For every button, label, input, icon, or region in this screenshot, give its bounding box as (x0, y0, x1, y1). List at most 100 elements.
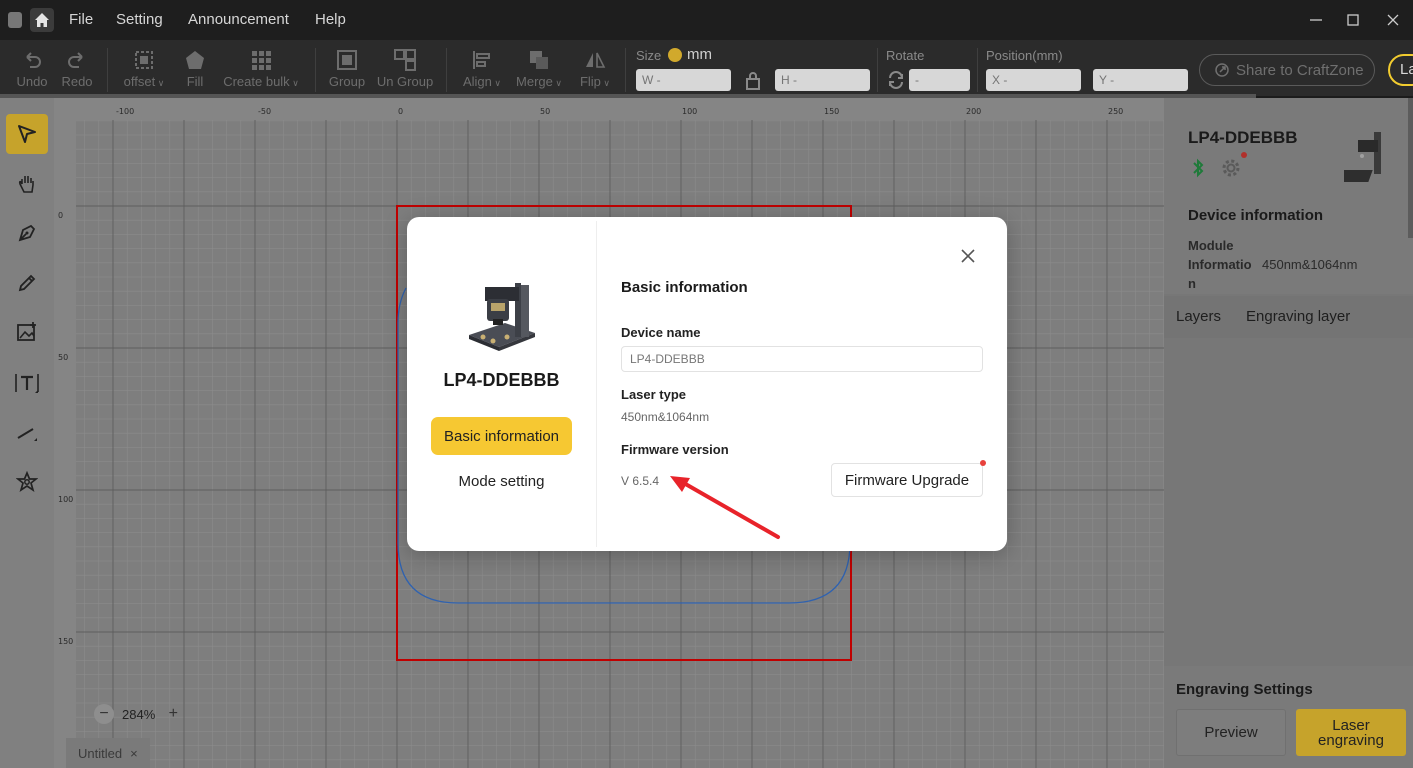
fill-icon (186, 51, 204, 69)
grid-icon (252, 51, 271, 70)
nav-mode-setting[interactable]: Mode setting (431, 462, 572, 500)
offset-icon (135, 51, 153, 69)
share-craftzone-button[interactable]: Share to CraftZone (1199, 54, 1375, 86)
maximize-button[interactable] (1343, 10, 1363, 30)
title-bar: File Setting Announcement Help (0, 0, 1413, 40)
device-name-field[interactable]: LP4-DDEBBB (621, 346, 983, 372)
dialog-close-button[interactable] (957, 245, 979, 267)
create-bulk-button[interactable]: Create bulk ∨ (222, 48, 300, 89)
app-logo-icon (8, 12, 22, 28)
shape-tool[interactable] (6, 462, 48, 502)
ungroup-label: Un Group (376, 74, 434, 89)
align-button[interactable]: Align ∨ (452, 48, 512, 89)
undo-icon (26, 52, 41, 68)
menu-file[interactable]: File (69, 11, 93, 28)
redo-button[interactable]: Redo (47, 48, 107, 89)
pencil-icon (18, 274, 36, 292)
offset-label: offset (123, 74, 156, 89)
position-label: Position(mm) (986, 48, 1063, 63)
image-add-icon (17, 322, 36, 341)
notification-dot (1241, 152, 1247, 158)
device-thumbnail-icon (1344, 132, 1381, 182)
hand-icon (18, 176, 34, 193)
laser-engraving-button[interactable]: Laser engraving (1296, 709, 1406, 756)
dialog-device-title: LP4-DDEBBB (443, 370, 560, 390)
firmware-version-value: V 6.5.4 (621, 474, 660, 488)
zoom-level: 284% (122, 706, 156, 722)
gear-icon[interactable] (1220, 157, 1242, 179)
dialog-divider (596, 221, 597, 547)
device-name: LP4-DDEBBB (1188, 128, 1298, 147)
width-input[interactable] (636, 69, 731, 91)
preview-button[interactable]: Preview (1176, 709, 1286, 756)
tab-engraving-layer[interactable]: Engraving layer (1246, 308, 1350, 325)
cursor-icon (18, 125, 36, 143)
flip-button[interactable]: Flip ∨ (565, 48, 625, 89)
toolbar-divider (625, 48, 626, 92)
zoom-out-button[interactable]: − (94, 704, 114, 724)
x-input[interactable] (986, 69, 1081, 91)
zoom-control: − 284% + (94, 703, 183, 725)
menu-announcement[interactable]: Announcement (188, 11, 289, 28)
y-input[interactable] (1093, 69, 1188, 91)
home-button[interactable] (30, 8, 54, 32)
line-tool[interactable] (6, 412, 48, 452)
fill-button[interactable]: Fill (165, 48, 225, 89)
rotate-input[interactable] (909, 69, 970, 91)
layers-tabs: Layers Engraving layer (1164, 296, 1413, 338)
firmware-upgrade-button[interactable]: Firmware Upgrade (831, 463, 983, 497)
select-tool[interactable] (6, 114, 48, 154)
minimize-button[interactable] (1306, 10, 1326, 30)
menu-setting[interactable]: Setting (116, 11, 163, 28)
merge-icon (530, 51, 548, 69)
redo-label: Redo (61, 74, 93, 89)
document-tab-close-icon[interactable]: × (130, 746, 138, 761)
toolbar-divider (977, 48, 978, 92)
pen-tool[interactable] (6, 213, 48, 253)
ungroup-icon (394, 49, 416, 71)
hand-tool[interactable] (6, 164, 48, 204)
unit-toggle-icon[interactable] (668, 48, 682, 62)
group-icon (337, 50, 357, 70)
menu-help[interactable]: Help (315, 11, 346, 28)
image-tool[interactable] (6, 312, 48, 352)
annotation-arrow-icon (670, 476, 780, 539)
toolbar-divider (446, 48, 447, 92)
pencil-tool[interactable] (6, 263, 48, 303)
group-label: Group (328, 74, 366, 89)
close-window-button[interactable] (1383, 10, 1403, 30)
text-tool[interactable] (6, 363, 48, 403)
laser-mode-button[interactable]: La (1388, 54, 1413, 86)
merge-button[interactable]: Merge ∨ (509, 48, 569, 89)
module-info-value: 450nm&1064nm (1262, 257, 1358, 272)
right-panel-scrollbar[interactable] (1408, 98, 1413, 238)
rotate-icon (889, 71, 903, 89)
left-toolbox (0, 98, 54, 768)
nav-basic-information[interactable]: Basic information (431, 417, 572, 455)
document-tab[interactable]: Untitled × (66, 738, 150, 768)
height-input[interactable] (775, 69, 870, 91)
section-title: Basic information (621, 279, 748, 296)
text-icon (15, 374, 39, 393)
home-icon (35, 13, 49, 27)
toolbar-divider (877, 48, 878, 92)
toolbar-divider (315, 48, 316, 92)
align-icon (473, 51, 490, 69)
tab-layers[interactable]: Layers (1176, 308, 1221, 325)
engraving-settings-title: Engraving Settings (1176, 681, 1313, 698)
rotate-label: Rotate (886, 48, 925, 63)
zoom-in-button[interactable]: + (163, 704, 183, 724)
module-info-label: Module Informatio n (1188, 238, 1252, 291)
toolbar-divider (107, 48, 108, 92)
maximize-icon (1347, 14, 1359, 26)
lock-ratio-button[interactable] (744, 71, 762, 96)
rotate-icon-wrap (886, 70, 906, 95)
bluetooth-icon[interactable] (1190, 158, 1206, 178)
align-label: Align (462, 74, 492, 89)
device-card: LP4-DDEBBB Device information Module Inf… (1164, 98, 1413, 294)
shapes-icon (16, 471, 38, 492)
ungroup-button[interactable]: Un Group (373, 48, 437, 89)
upgrade-alert-dot (980, 460, 986, 466)
group-button[interactable]: Group (317, 48, 377, 89)
close-icon (961, 249, 975, 263)
